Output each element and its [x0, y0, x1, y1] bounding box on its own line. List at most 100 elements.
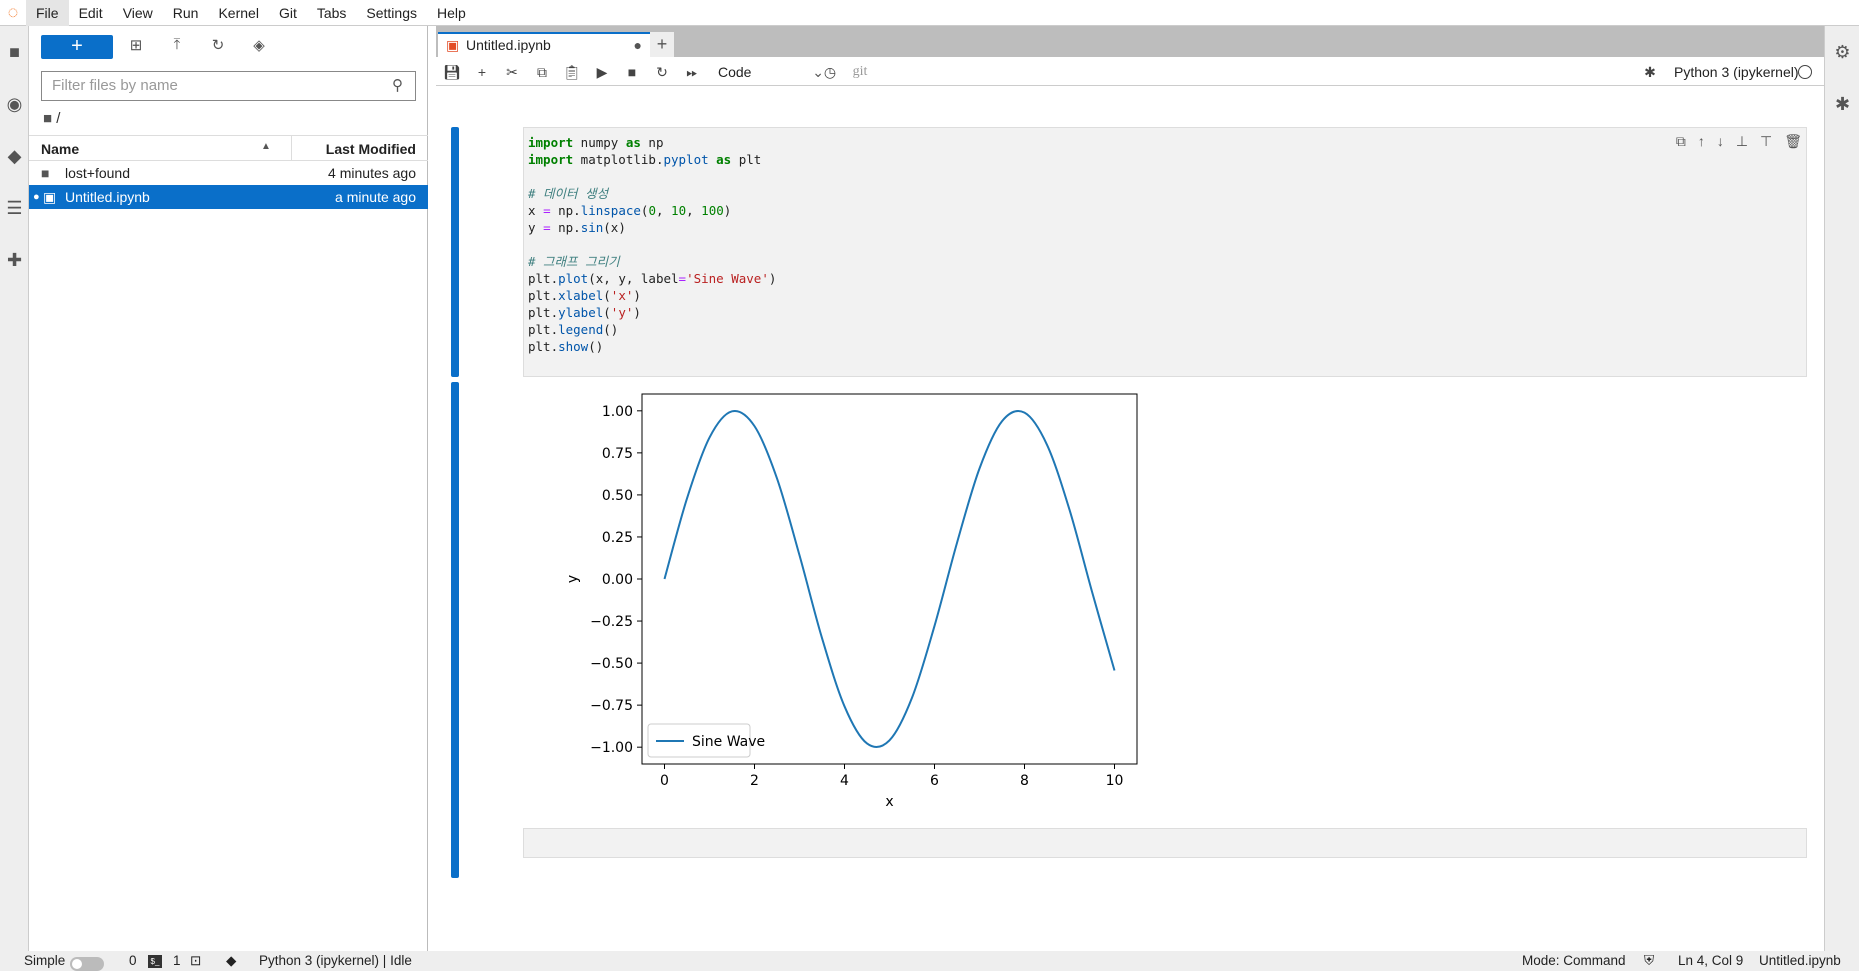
y-tick-label: 0.00 — [602, 572, 633, 588]
refresh-icon[interactable]: ↻ — [206, 36, 230, 58]
tab-untitled-ipynb[interactable]: ▣ Untitled.ipynb ● — [438, 32, 650, 58]
extension-icon[interactable]: ✚ — [0, 234, 29, 286]
y-tick-label: −0.50 — [590, 656, 633, 672]
y-tick-label: −1.00 — [590, 740, 633, 756]
cut-icon[interactable]: ✂ — [498, 61, 526, 83]
menu-view[interactable]: View — [113, 0, 163, 26]
code-cell-input[interactable]: import numpy as np import matplotlib.pyp… — [523, 127, 1807, 377]
history-icon[interactable]: ◷ — [816, 61, 844, 83]
debugger-icon[interactable]: ✱ — [1825, 78, 1859, 130]
y-tick-label: 0.25 — [602, 530, 633, 546]
unsaved-dot-icon[interactable]: ● — [634, 34, 642, 56]
debugger-icon[interactable]: ✱ — [1636, 61, 1664, 83]
input-collapser[interactable] — [451, 127, 459, 377]
current-file: Untitled.ipynb — [1759, 953, 1841, 968]
file-modified: 4 minutes ago — [328, 165, 416, 181]
left-sidebar: ■ ◉ ◆ ☰ ✚ — [0, 26, 29, 951]
menu-file[interactable]: File — [26, 0, 69, 26]
output-collapser[interactable] — [451, 382, 459, 878]
y-tick-label: −0.25 — [590, 614, 633, 630]
x-tick-label: 4 — [840, 773, 849, 789]
trust-icon: ⛨ — [1644, 953, 1655, 968]
status-bar: Simple 0 $_ 1 ⊡ ◆ Python 3 (ipykernel) |… — [0, 951, 1859, 971]
restart-icon[interactable]: ↻ — [648, 61, 676, 83]
cursor-position[interactable]: Ln 4, Col 9 — [1678, 951, 1743, 971]
filter-files-input[interactable]: Filter files by name — [41, 71, 416, 101]
folder-icon: ■ — [41, 165, 50, 181]
kernel-status-icon — [1798, 65, 1812, 79]
file-name: lost+found — [65, 165, 130, 181]
duplicate-icon[interactable]: ⧉ — [1676, 133, 1686, 150]
copy-icon[interactable]: ⧉ — [528, 61, 556, 83]
new-folder-icon[interactable]: ⊞ — [124, 36, 148, 58]
menu-tabs[interactable]: Tabs — [307, 0, 357, 26]
insert-cell-icon[interactable]: + — [468, 61, 496, 83]
run-icon[interactable]: ▶ — [588, 61, 616, 83]
x-tick-label: 8 — [1020, 773, 1029, 789]
delete-icon[interactable]: 🗑︎ — [1784, 133, 1802, 150]
stop-icon[interactable]: ■ — [618, 61, 646, 83]
x-tick-label: 2 — [750, 773, 759, 789]
breadcrumb-root[interactable]: / — [56, 110, 60, 127]
main-area: ▣ Untitled.ipynb ● + 💾︎ + ✂ ⧉ 📋︎ ▶ ■ ↻ ⏩… — [436, 26, 1824, 971]
y-tick-label: 0.75 — [602, 446, 633, 462]
menu-run[interactable]: Run — [163, 0, 209, 26]
menu-kernel[interactable]: Kernel — [208, 0, 268, 26]
upload-icon[interactable]: ⤒ — [165, 36, 189, 58]
cell-type-select[interactable]: Code ⌄ — [718, 61, 828, 83]
terminal-icon: $_ — [148, 955, 162, 968]
breadcrumb[interactable]: ■ / — [43, 110, 60, 127]
move-up-icon[interactable]: ↑ — [1698, 133, 1705, 150]
terminal-count[interactable]: 0 — [129, 951, 137, 971]
menu-help[interactable]: Help — [427, 0, 476, 26]
running-dot-icon: ● — [33, 191, 40, 203]
insert-above-icon[interactable]: ⊥ — [1736, 133, 1748, 150]
notebook-body: [1]: import numpy as np import matplotli… — [436, 86, 1824, 971]
new-launcher-button[interactable]: + — [41, 35, 113, 59]
notebook-icon: ▣ — [446, 37, 460, 53]
x-axis-label: x — [885, 794, 893, 810]
file-row[interactable]: ■ lost+found 4 minutes ago — [29, 161, 428, 185]
simple-mode-toggle[interactable] — [70, 957, 104, 971]
file-browser: + ⊞ ⤒ ↻ ◈ Filter files by name ⚲ ■ / Nam… — [29, 26, 428, 951]
sine-wave-chart: 0 2 4 6 8 10 1.00 0.75 0.50 0.25 0.00 −0.25 −0.50 −0.… — [565, 393, 1138, 810]
column-last-modified[interactable]: Last Modified — [326, 141, 416, 157]
file-row[interactable]: ● ▣ Untitled.ipynb a minute ago — [29, 185, 428, 209]
y-tick-label: 0.50 — [602, 488, 633, 504]
y-axis-label: y — [565, 575, 581, 583]
plot-frame — [641, 393, 1138, 765]
property-inspector-icon[interactable]: ⚙ — [1825, 26, 1859, 78]
menu-edit[interactable]: Edit — [69, 0, 113, 26]
run-all-icon[interactable]: ⏩︎ — [678, 61, 706, 83]
file-name: Untitled.ipynb — [65, 189, 150, 205]
cell-toolbar: ⧉ ↑ ↓ ⊥ ⊤ 🗑︎ — [1676, 133, 1802, 150]
kernel-count[interactable]: 1 — [173, 951, 181, 971]
git-clone-icon[interactable]: ◈ — [247, 36, 271, 58]
menu-git[interactable]: Git — [269, 0, 307, 26]
search-icon: ⚲ — [392, 77, 403, 94]
move-down-icon[interactable]: ↓ — [1717, 133, 1724, 150]
running-icon[interactable]: ◉ — [0, 78, 29, 130]
y-tick-label: 1.00 — [602, 404, 633, 420]
save-icon[interactable]: 💾︎ — [438, 61, 466, 83]
paste-icon[interactable]: 📋︎ — [558, 61, 586, 83]
new-tab-button[interactable]: + — [650, 32, 674, 57]
file-list-header: Name ▲ Last Modified — [29, 135, 428, 161]
menu-settings[interactable]: Settings — [356, 0, 427, 26]
y-tick-label: −0.75 — [590, 698, 633, 714]
column-name[interactable]: Name — [41, 141, 79, 157]
kernel-name[interactable]: Python 3 (ipykernel) — [1674, 61, 1799, 83]
empty-code-cell-input[interactable] — [523, 828, 1807, 858]
git-icon[interactable]: ◆ — [226, 951, 236, 971]
git-icon[interactable]: ◆ — [0, 130, 29, 182]
menu-bar: ◌ File Edit View Run Kernel Git Tabs Set… — [0, 0, 1859, 26]
x-tick-label: 6 — [930, 773, 939, 789]
sort-ascending-icon: ▲ — [261, 141, 271, 152]
file-modified: a minute ago — [335, 189, 416, 205]
insert-below-icon[interactable]: ⊤ — [1760, 133, 1772, 150]
kernel-status[interactable]: Python 3 (ipykernel) | Idle — [259, 951, 412, 971]
cpu-icon: ⊡ — [190, 953, 202, 968]
toc-icon[interactable]: ☰ — [0, 182, 29, 234]
folder-icon[interactable]: ■ — [0, 26, 29, 78]
git-diff-button[interactable]: git — [846, 61, 874, 83]
